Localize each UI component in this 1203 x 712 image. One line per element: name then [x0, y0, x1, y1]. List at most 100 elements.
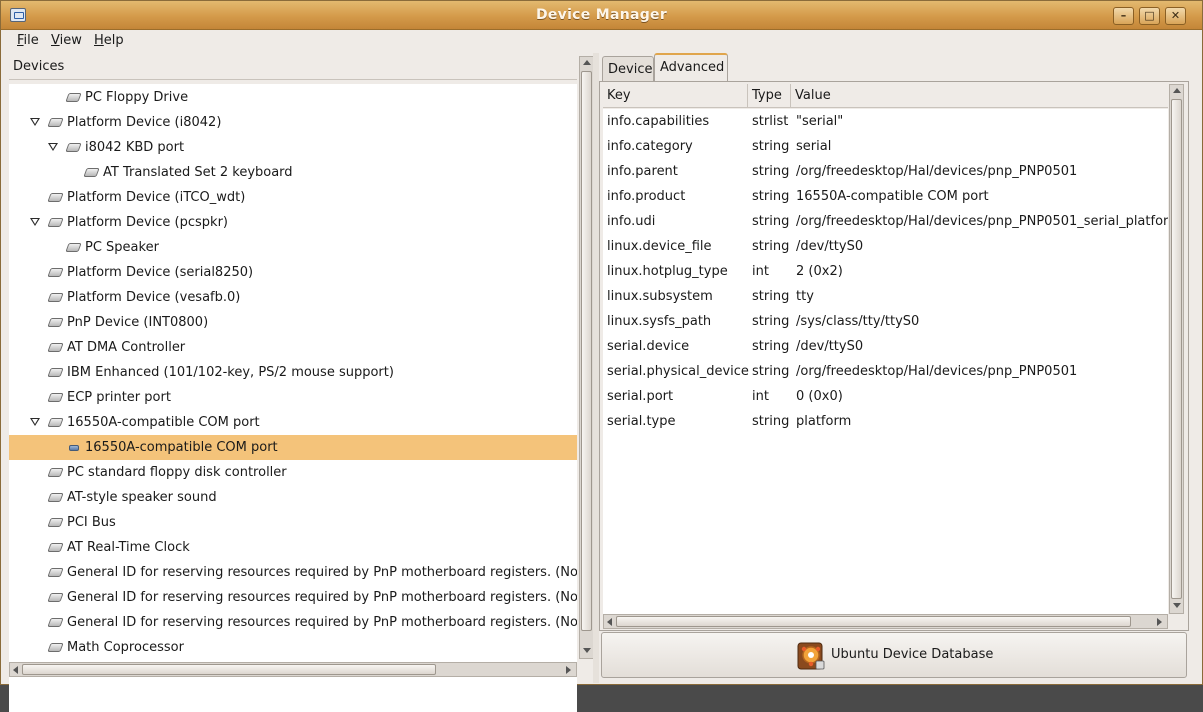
tree-row[interactable]: Math Coprocessor [9, 635, 577, 660]
tree-row[interactable]: Platform Device (i8042) [9, 110, 577, 135]
property-key: serial.device [607, 339, 690, 354]
tree-row-label: AT Real-Time Clock [67, 540, 190, 555]
device-icon [47, 518, 64, 527]
tree-row-label: ECP printer port [67, 390, 171, 405]
tree-row[interactable]: AT DMA Controller [9, 335, 577, 360]
device-tree-hscroll-thumb[interactable] [22, 664, 436, 675]
properties-list[interactable]: info.capabilities strlist "serial" info.cat… [603, 109, 1168, 617]
props-scroll-left-icon[interactable] [607, 618, 612, 626]
ubuntu-device-database-button[interactable]: Ubuntu Device Database [601, 632, 1187, 678]
tree-row[interactable]: General ID for reserving resources requi… [9, 585, 577, 610]
minimize-button[interactable]: – [1113, 7, 1134, 25]
scroll-down-icon[interactable] [583, 648, 591, 653]
tree-row[interactable]: PC standard floppy disk controller [9, 460, 577, 485]
property-row[interactable]: info.category string serial [603, 134, 1168, 159]
props-scroll-up-icon[interactable] [1173, 88, 1181, 93]
tree-row-label: Platform Device (vesafb.0) [67, 290, 241, 305]
property-value: /org/freedesktop/Hal/devices/pnp_PNP0501 [796, 164, 1078, 179]
tree-row[interactable]: Platform Device (vesafb.0) [9, 285, 577, 310]
device-icon [47, 468, 64, 477]
tree-row[interactable]: PnP Device (INT0800) [9, 310, 577, 335]
expander-down-icon[interactable] [30, 418, 40, 426]
property-row[interactable]: linux.device_file string/dev/ttyS0 [603, 234, 1168, 259]
tree-row-label: 16550A-compatible COM port [67, 415, 260, 430]
tab-advanced[interactable]: Advanced [654, 53, 728, 82]
tree-row[interactable]: 16550A-compatible COM port [9, 435, 577, 460]
property-row[interactable]: info.product string 16550A-compatible COM … [603, 184, 1168, 209]
tree-row-label: AT DMA Controller [67, 340, 186, 355]
tree-row[interactable]: 16550A-compatible COM port [9, 410, 577, 435]
device-tree-vscroll-thumb[interactable] [581, 71, 592, 631]
tab-device[interactable]: Device [602, 56, 654, 82]
property-row[interactable]: linux.hotplug_type int 2 (0x2) [603, 259, 1168, 284]
tree-row[interactable]: General ID for reserving resources requi… [9, 560, 577, 585]
property-value: 16550A-compatible COM port [796, 189, 989, 204]
property-value: 0 (0x0) [796, 389, 843, 404]
property-row[interactable]: serial.type string platform [603, 409, 1168, 434]
scroll-left-icon[interactable] [13, 666, 18, 674]
property-value: /dev/ttyS0 [796, 339, 864, 354]
props-scroll-down-icon[interactable] [1173, 603, 1181, 608]
tree-row[interactable]: Platform Device (iTCO_wdt) [9, 185, 577, 210]
property-row[interactable]: serial.physical_device string/org/freedes… [603, 359, 1168, 384]
property-row[interactable]: linux.subsystem string tty [603, 284, 1168, 309]
device-tree-vscrollbar[interactable] [579, 56, 594, 659]
advanced-panel: Key Type Value info.capabilities strlist "… [599, 81, 1189, 631]
menu-help[interactable]: Help [94, 33, 124, 48]
device-icon [47, 368, 64, 377]
close-button[interactable]: ✕ [1165, 7, 1186, 25]
tree-row[interactable]: AT Real-Time Clock [9, 535, 577, 560]
tree-row[interactable]: Platform Device (serial8250) [9, 260, 577, 285]
tree-row[interactable]: PC Floppy Drive [9, 85, 577, 110]
property-row[interactable]: info.udi string/org/freedesktop/Hal/devic… [603, 209, 1168, 234]
tree-row[interactable]: i8042 KBD port [9, 135, 577, 160]
property-key: info.parent [607, 164, 678, 179]
scroll-right-icon[interactable] [566, 666, 571, 674]
tree-row[interactable]: PCI Bus [9, 510, 577, 535]
property-key: linux.hotplug_type [607, 264, 728, 279]
column-header-value[interactable]: Value [791, 84, 1168, 108]
device-icon [47, 218, 64, 227]
tree-row-label: AT Translated Set 2 keyboard [103, 165, 293, 180]
tree-row-label: i8042 KBD port [85, 140, 185, 155]
tree-row[interactable]: AT-style speaker sound [9, 485, 577, 510]
device-tree[interactable]: PC Floppy Drive Platform Device (i8042) i8… [9, 84, 577, 712]
tree-row[interactable]: ECP printer port [9, 385, 577, 410]
property-value: /sys/class/tty/ttyS0 [796, 314, 920, 329]
tree-row[interactable]: General ID for reserving resources requi… [9, 610, 577, 635]
tree-row[interactable]: Platform Device (pcspkr) [9, 210, 577, 235]
properties-hscrollbar[interactable] [603, 614, 1168, 629]
devices-header[interactable]: Devices [9, 56, 577, 80]
properties-vscrollbar[interactable] [1169, 84, 1184, 614]
menu-file[interactable]: File [17, 33, 39, 48]
property-row[interactable]: serial.port int 0 (0x0) [603, 384, 1168, 409]
property-row[interactable]: serial.device string/dev/ttyS0 [603, 334, 1168, 359]
expander-down-icon[interactable] [30, 118, 40, 126]
property-key: serial.physical_device [607, 364, 749, 379]
props-scroll-right-icon[interactable] [1157, 618, 1162, 626]
property-row[interactable]: info.parent string/org/freedesktop/Hal/de… [603, 159, 1168, 184]
title-bar[interactable]: Device Manager – □ ✕ [1, 1, 1202, 30]
menu-view[interactable]: View [51, 33, 82, 48]
column-header-key[interactable]: Key [603, 84, 748, 108]
tree-row[interactable]: PC Speaker [9, 235, 577, 260]
scroll-up-icon[interactable] [583, 60, 591, 65]
property-row[interactable]: linux.sysfs_path string/sys/class/tty/tty… [603, 309, 1168, 334]
device-icon [83, 168, 100, 177]
property-row[interactable]: info.capabilities strlist "serial" [603, 109, 1168, 134]
property-type: string [752, 139, 790, 154]
property-value: /dev/ttyS0 [796, 239, 864, 254]
properties-hscroll-thumb[interactable] [616, 616, 1131, 627]
tree-row[interactable]: IBM Enhanced (101/102-key, PS/2 mouse su… [9, 360, 577, 385]
tree-row-label: PC standard floppy disk controller [67, 465, 287, 480]
tree-row-label: General ID for reserving resources requi… [67, 590, 577, 605]
device-tree-hscrollbar[interactable] [9, 662, 577, 677]
expander-down-icon[interactable] [30, 218, 40, 226]
column-header-type[interactable]: Type [748, 84, 791, 108]
tree-row[interactable]: AT Translated Set 2 keyboard [9, 160, 577, 185]
expander-down-icon[interactable] [48, 143, 58, 151]
properties-vscroll-thumb[interactable] [1171, 99, 1182, 599]
device-icon [47, 618, 64, 627]
maximize-button[interactable]: □ [1139, 7, 1160, 25]
property-key: info.category [607, 139, 693, 154]
